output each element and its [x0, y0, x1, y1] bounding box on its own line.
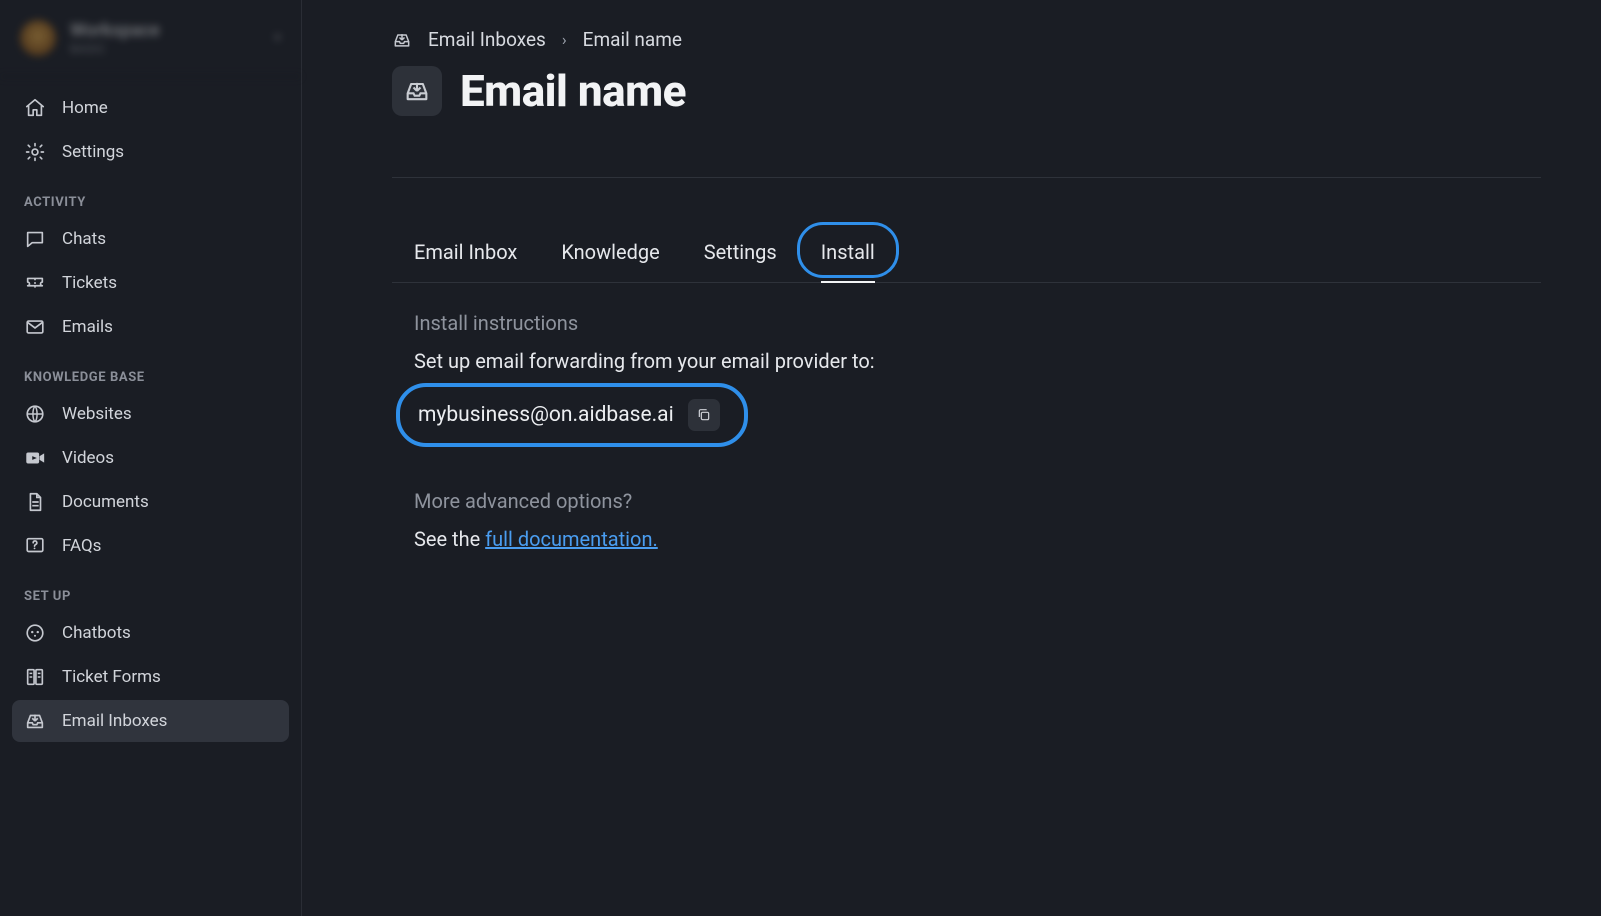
- inbox-icon: [24, 710, 46, 732]
- breadcrumb: Email Inboxes › Email name: [392, 28, 1541, 51]
- chevron-down-icon: ▾: [274, 30, 281, 46]
- tab-install[interactable]: Install: [821, 224, 875, 282]
- inbox-icon: [392, 66, 442, 116]
- sidebar-item-label: FAQs: [62, 536, 101, 556]
- gear-icon: [24, 141, 46, 163]
- sidebar-item-chatbots[interactable]: Chatbots: [12, 612, 289, 654]
- mail-icon: [24, 316, 46, 338]
- sidebar-item-emails[interactable]: Emails: [12, 306, 289, 348]
- chevron-right-icon: ›: [562, 30, 567, 49]
- copy-icon: [696, 407, 712, 423]
- breadcrumb-root[interactable]: Email Inboxes: [428, 28, 546, 51]
- sidebar-item-videos[interactable]: Videos: [12, 437, 289, 479]
- forward-email-row: mybusiness@on.aidbase.ai: [414, 393, 730, 437]
- install-instruction: Set up email forwarding from your email …: [414, 349, 1420, 373]
- copy-email-button[interactable]: [688, 399, 720, 431]
- sidebar-item-faqs[interactable]: FAQs: [12, 525, 289, 567]
- sidebar-item-label: Email Inboxes: [62, 711, 167, 731]
- forward-email-address: mybusiness@on.aidbase.ai: [418, 403, 674, 427]
- form-icon: [24, 666, 46, 688]
- video-icon: [24, 447, 46, 469]
- inbox-icon: [392, 30, 412, 50]
- sidebar-item-label: Emails: [62, 317, 113, 337]
- workspace-avatar: [20, 20, 56, 56]
- tab-bar: Email Inbox Knowledge Settings Install: [392, 224, 1541, 283]
- tab-settings[interactable]: Settings: [704, 224, 777, 282]
- chat-icon: [24, 228, 46, 250]
- install-heading: Install instructions: [414, 311, 1420, 335]
- sidebar-item-label: Chats: [62, 229, 106, 249]
- install-section: Install instructions Set up email forwar…: [392, 283, 1442, 551]
- sidebar-section-setup: SET UP: [12, 569, 289, 612]
- ticket-icon: [24, 272, 46, 294]
- sidebar-nav: Home Settings ACTIVITY Chats Tickets Ema…: [0, 77, 301, 916]
- sidebar-item-label: Videos: [62, 448, 114, 468]
- workspace-plan: BASIC: [70, 42, 260, 56]
- workspace-switcher[interactable]: Workspace BASIC ▾: [0, 8, 301, 77]
- sidebar-item-email-inboxes[interactable]: Email Inboxes: [12, 700, 289, 742]
- breadcrumb-current: Email name: [583, 28, 682, 51]
- sidebar-item-home[interactable]: Home: [12, 87, 289, 129]
- sidebar-item-label: Home: [62, 98, 108, 118]
- sidebar-item-websites[interactable]: Websites: [12, 393, 289, 435]
- document-icon: [24, 491, 46, 513]
- sidebar-item-label: Settings: [62, 142, 124, 162]
- page-header: Email name: [392, 65, 1541, 117]
- sidebar-item-label: Ticket Forms: [62, 667, 161, 687]
- sidebar-section-activity: ACTIVITY: [12, 175, 289, 218]
- sidebar-item-label: Websites: [62, 404, 132, 424]
- sidebar-item-settings[interactable]: Settings: [12, 131, 289, 173]
- sidebar-item-ticket-forms[interactable]: Ticket Forms: [12, 656, 289, 698]
- faq-icon: [24, 535, 46, 557]
- sidebar-section-knowledge: KNOWLEDGE BASE: [12, 350, 289, 393]
- full-documentation-link[interactable]: full documentation.: [485, 527, 658, 551]
- advanced-heading: More advanced options?: [414, 489, 1420, 513]
- advanced-prefix: See the: [414, 527, 485, 551]
- tab-email-inbox[interactable]: Email Inbox: [414, 224, 517, 282]
- page-title: Email name: [460, 65, 686, 117]
- advanced-text: See the full documentation.: [414, 527, 1420, 551]
- home-icon: [24, 97, 46, 119]
- sidebar-item-label: Chatbots: [62, 623, 131, 643]
- sidebar-item-label: Documents: [62, 492, 149, 512]
- sidebar-item-tickets[interactable]: Tickets: [12, 262, 289, 304]
- sidebar-item-label: Tickets: [62, 273, 117, 293]
- globe-icon: [24, 403, 46, 425]
- sidebar-item-chats[interactable]: Chats: [12, 218, 289, 260]
- bot-icon: [24, 622, 46, 644]
- sidebar-item-documents[interactable]: Documents: [12, 481, 289, 523]
- divider: [392, 177, 1541, 178]
- tab-knowledge[interactable]: Knowledge: [561, 224, 659, 282]
- workspace-name: Workspace: [70, 20, 260, 42]
- main-content: Email Inboxes › Email name Email name Em…: [302, 0, 1601, 916]
- sidebar: Workspace BASIC ▾ Home Settings ACTIVITY…: [0, 0, 302, 916]
